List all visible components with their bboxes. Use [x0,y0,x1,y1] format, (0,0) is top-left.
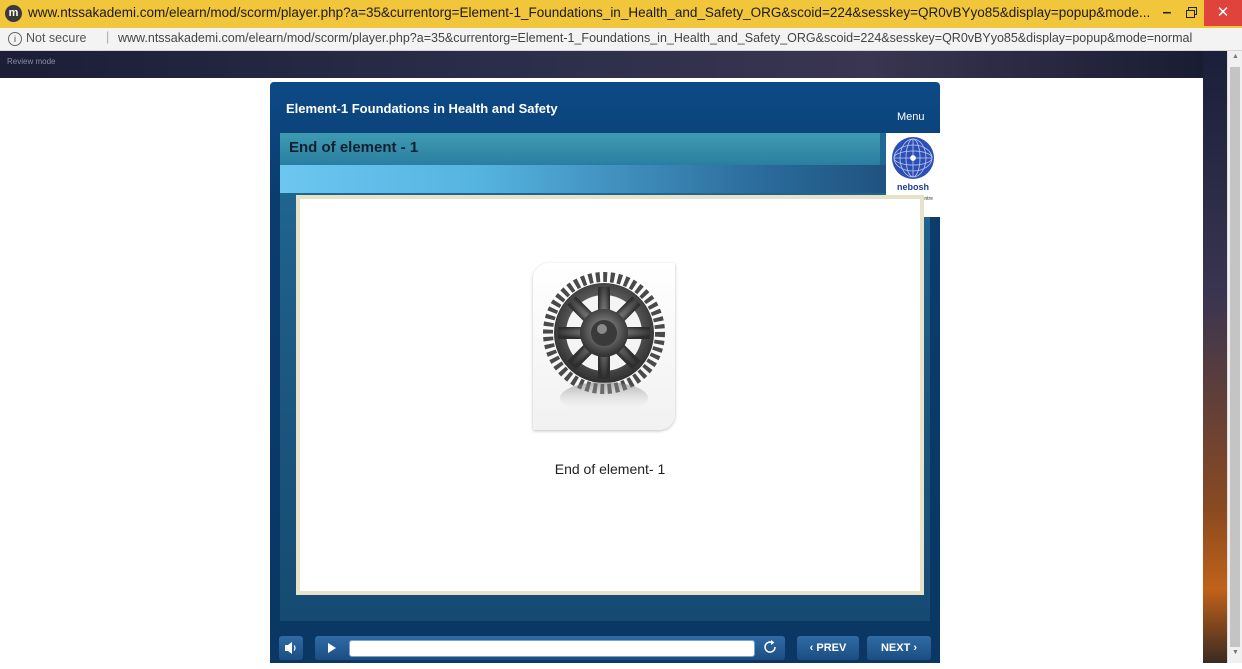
play-icon[interactable] [319,636,345,660]
restore-button[interactable] [1180,2,1202,24]
close-button[interactable]: ✕ [1204,0,1242,26]
security-label[interactable]: Not secure [26,31,86,45]
slide-title: End of element - 1 [289,139,419,156]
replay-icon[interactable] [760,637,780,657]
minimize-button[interactable]: – [1156,2,1178,24]
globe-lines [893,138,933,178]
window-title: www.ntssakademi.com/elearn/mod/scorm/pla… [28,5,1151,20]
seek-bar[interactable] [349,640,755,657]
url-text[interactable]: www.ntssakademi.com/elearn/mod/scorm/pla… [118,31,1192,45]
next-button[interactable]: NEXT › [867,636,931,660]
info-icon[interactable]: i [8,32,22,46]
restore-icon-front [1186,10,1195,18]
review-mode-label: Review mode [7,57,56,66]
logo-name: nebosh [896,182,929,192]
slide-header: End of element - 1 [280,133,880,165]
slide-gloss-band [280,165,930,193]
review-strip [0,51,1242,78]
nebosh-globe-icon [892,137,934,179]
course-title: Element-1 Foundations in Health and Safe… [286,101,558,116]
prev-button[interactable]: ‹ PREV [797,636,859,660]
address-bar[interactable]: i Not secure | www.ntssakademi.com/elear… [0,28,1242,51]
gear-card [533,263,675,430]
scroll-up-arrow-icon[interactable]: ▲ [1228,53,1242,65]
end-of-element-text: End of element- 1 [554,461,666,477]
address-separator: | [106,30,110,44]
menu-button[interactable]: Menu [897,111,925,123]
window-title-bar: m www.ntssakademi.com/elearn/mod/scorm/p… [0,0,1242,29]
scroll-thumb[interactable] [1230,67,1240,647]
moodle-app-icon: m [5,5,22,22]
audio-button[interactable] [279,636,303,660]
replay-arrow [764,640,776,653]
player-control-bar: ‹ PREV NEXT › [270,634,940,663]
scroll-down-arrow-icon[interactable]: ▼ [1228,649,1242,661]
slide-content: End of element- 1 [296,195,924,595]
course-player: Element-1 Foundations in Health and Safe… [270,82,940,663]
slide-frame: End of element - 1 nebosh Accredited Cen [280,133,940,621]
vertical-scrollbar[interactable]: ▲ ▼ [1227,51,1242,663]
gear-icon [543,272,665,414]
speaker-icon [285,642,296,654]
